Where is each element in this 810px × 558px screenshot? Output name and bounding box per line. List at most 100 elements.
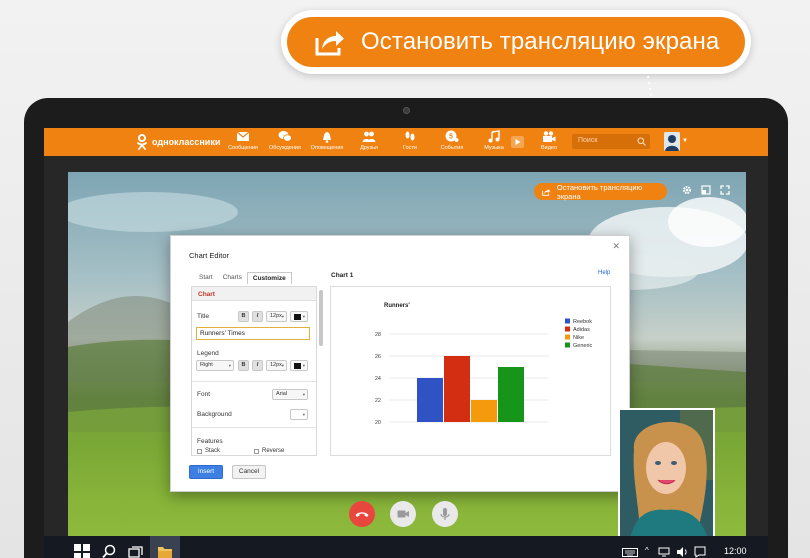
nav-messages[interactable]: Сообщения (223, 130, 263, 151)
cancel-button[interactable]: Cancel (232, 465, 266, 479)
keyboard-icon[interactable] (622, 548, 638, 557)
gear-icon[interactable] (682, 185, 692, 195)
search-icon (637, 137, 646, 146)
stop-sharing-pill-button[interactable]: Остановить трансляцию экрана (534, 182, 667, 201)
legend-swatch (565, 342, 570, 348)
y-tick-label: 28 (375, 332, 381, 338)
file-explorer-taskbar-item[interactable] (150, 536, 180, 558)
chevron-down-icon: ▾ (281, 314, 284, 319)
search-icon[interactable] (102, 544, 116, 558)
video-camera-icon (390, 501, 416, 527)
avatar-photo-icon (664, 132, 680, 151)
panel-scrollbar[interactable] (319, 290, 323, 346)
task-view-icon[interactable] (128, 544, 143, 558)
legend-swatch (565, 334, 570, 340)
volume-icon[interactable] (676, 546, 688, 558)
bold-button[interactable]: B (238, 311, 249, 322)
legend-color-picker[interactable]: ▾ (290, 360, 308, 371)
legend-font-size-select[interactable]: 12px ▾ (266, 360, 287, 371)
chevron-down-icon: ▾ (302, 392, 305, 397)
ok-logo[interactable]: одноклассники (136, 134, 220, 150)
chevron-down-icon[interactable]: ▼ (682, 138, 688, 144)
legend-entry: Nike (573, 335, 584, 341)
fullscreen-icon[interactable] (720, 185, 730, 195)
section-chart-header[interactable]: Chart (192, 287, 316, 301)
video-camera-icon (543, 131, 556, 142)
italic-button[interactable]: I (252, 311, 263, 322)
help-link[interactable]: Help (598, 270, 610, 276)
insert-button[interactable]: Insert (189, 465, 223, 479)
microphone-icon (432, 501, 458, 527)
background-label: Background (197, 411, 232, 418)
legend-bold-button[interactable]: B (238, 360, 249, 371)
network-icon[interactable] (658, 547, 670, 557)
nav-guests[interactable]: Гости (390, 130, 430, 151)
bell-icon (323, 132, 331, 143)
title-font-size-select[interactable]: 12px ▾ (266, 311, 287, 322)
stack-checkbox[interactable] (197, 449, 202, 454)
legend-italic-button[interactable]: I (252, 360, 263, 371)
hang-up-button[interactable] (349, 501, 375, 527)
tab-start[interactable]: Start (194, 272, 218, 284)
ok-header-bar: одноклассники Сообщения Обсуждения Опове… (44, 128, 768, 156)
music-play-button[interactable] (511, 136, 524, 148)
title-label: Title (197, 313, 210, 320)
nav-friends[interactable]: Друзья (349, 130, 389, 151)
font-family-value: Arial (276, 391, 288, 397)
nav-discussions[interactable]: Обсуждения (265, 130, 305, 151)
nav-video[interactable]: Видео (529, 130, 569, 151)
ok-search-input[interactable]: Поиск (572, 134, 650, 149)
legend-entry: Adidas (573, 327, 590, 333)
background-color-picker[interactable]: ▾ (290, 409, 308, 420)
nav-notifications[interactable]: Оповещения (307, 130, 347, 151)
ok-brand-name: одноклассники (152, 137, 221, 147)
tab-customize[interactable]: Customize (246, 272, 292, 284)
laptop-camera (403, 107, 410, 114)
window-mode-icon[interactable] (701, 185, 711, 195)
reverse-checkbox[interactable] (254, 449, 259, 454)
laptop-screen: одноклассники Сообщения Обсуждения Опове… (44, 128, 768, 558)
nav-music[interactable]: Музыка (474, 130, 514, 151)
music-note-icon (488, 130, 500, 143)
chart-title: Runners' (384, 303, 410, 309)
action-center-icon[interactable] (694, 546, 706, 558)
taskbar-clock: 12:00 (724, 546, 747, 556)
legend-swatch (565, 326, 570, 332)
nav-label: Оповещения (310, 145, 344, 151)
chevron-up-icon[interactable]: ^ (645, 546, 649, 555)
folder-icon (158, 547, 172, 558)
share-screen-icon (315, 31, 344, 56)
user-avatar[interactable] (664, 132, 680, 151)
legend-label: Legend (197, 350, 219, 357)
editor-tabs: Start Charts Customize (194, 272, 292, 284)
y-tick-label: 22 (375, 398, 381, 404)
reverse-label: Reverse (262, 448, 285, 454)
person-video-feed (620, 410, 713, 536)
nav-label: Обсуждения (269, 145, 301, 151)
nav-label: Друзья (360, 145, 378, 151)
font-family-select[interactable]: Arial ▾ (272, 389, 308, 400)
camera-toggle-button[interactable] (390, 501, 416, 527)
stop-sharing-pill-label: Остановить трансляцию экрана (556, 182, 643, 201)
bar-reebok (417, 378, 443, 422)
windows-start-icon[interactable] (74, 544, 90, 558)
nav-events[interactable]: 5 События (432, 130, 472, 151)
svg-text:5: 5 (449, 134, 453, 141)
stop-sharing-label: Остановить трансляцию экрана (361, 28, 720, 55)
legend-position-select[interactable]: Right ▾ (196, 360, 234, 371)
divider (192, 427, 316, 428)
divider (192, 381, 316, 382)
y-tick-label: 26 (375, 354, 381, 360)
chart-title-input[interactable]: Runners' Times (196, 327, 310, 340)
microphone-toggle-button[interactable] (432, 501, 458, 527)
shared-desktop: Остановить трансляцию экрана Chart Edito… (68, 172, 746, 550)
title-color-picker[interactable]: ▾ (290, 311, 308, 322)
close-icon[interactable]: ✕ (612, 241, 620, 252)
chevron-down-icon: ▾ (302, 363, 305, 368)
taskbar: ^ 12:00 (44, 536, 768, 558)
tab-charts[interactable]: Charts (218, 272, 247, 284)
legend-entry: Generic (573, 343, 593, 349)
bar-adidas (444, 356, 470, 422)
stop-sharing-button[interactable]: Остановить трансляцию экрана (287, 17, 745, 67)
nav-label: Видео (540, 145, 558, 151)
